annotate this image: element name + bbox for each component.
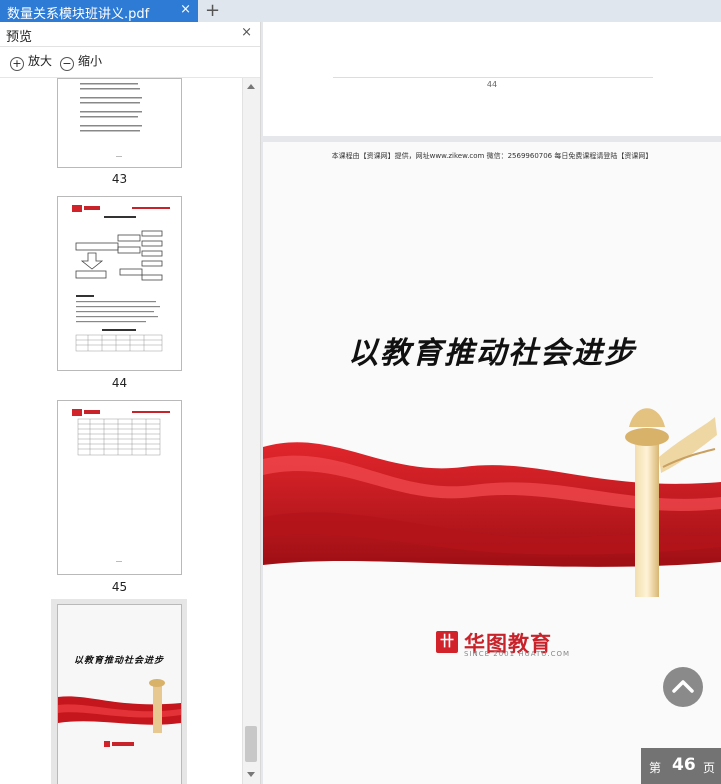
zoom-out-label: 缩小: [78, 54, 103, 68]
logo-en: SINCE 2001 HUATU.COM: [464, 650, 570, 658]
scroll-down-icon[interactable]: [247, 772, 255, 777]
zoom-in-label: 放大: [28, 54, 53, 68]
thumbnail-label-45: 45: [111, 580, 128, 594]
logo-site: HUATU.COM: [518, 650, 571, 658]
zoom-out-button[interactable]: − 缩小: [60, 52, 102, 72]
preview-sidebar: 预览 × + 放大 − 缩小 43 44 45 以教育推动社会进步: [0, 22, 261, 784]
scrollbar-thumb[interactable]: [245, 726, 257, 762]
thumbnail-label-43: 43: [111, 172, 128, 186]
scroll-up-icon[interactable]: [247, 84, 255, 89]
sidebar-close-icon[interactable]: ×: [241, 25, 252, 40]
thumbnail-page-44[interactable]: [57, 196, 182, 371]
document-view[interactable]: 44 本课程由【资课网】提供，网址www.zikew.com 微信：256996…: [261, 22, 721, 784]
prev-page-number: 44: [486, 80, 498, 89]
page-45-preview: [72, 409, 170, 562]
chevron-up-icon: [672, 680, 694, 693]
thumbnail-list: 43 44 45 以教育推动社会进步: [0, 78, 242, 784]
tab-document[interactable]: 数量关系模块班讲义.pdf ×: [0, 0, 198, 22]
sidebar-scrollbar[interactable]: [242, 78, 260, 784]
page-indicator: 第 46 页: [641, 748, 721, 784]
zoom-in-button[interactable]: + 放大: [10, 52, 52, 72]
page-prefix: 第: [649, 761, 662, 775]
sidebar-title: 预览: [6, 30, 33, 45]
svg-text:以教育推动社会进步: 以教育推动社会进步: [74, 655, 164, 666]
page-46-preview: 以教育推动社会进步: [58, 605, 181, 784]
page-number: 46: [672, 755, 696, 775]
tab-title: 数量关系模块班讲义.pdf: [7, 7, 150, 22]
close-tab-icon[interactable]: ×: [180, 2, 191, 17]
thumbnail-page-46[interactable]: 以教育推动社会进步: [57, 604, 182, 784]
page-header-note: 本课程由【资课网】提供，网址www.zikew.com 微信：256996070…: [331, 152, 653, 160]
zoom-out-icon: −: [60, 57, 74, 71]
new-tab-button[interactable]: +: [205, 0, 220, 22]
sidebar-header: 预览 ×: [0, 22, 260, 47]
red-ribbon-graphic: [263, 408, 721, 597]
thumbnail-page-43[interactable]: [57, 78, 182, 168]
zoom-in-icon: +: [10, 57, 24, 71]
page-slogan: 以教育推动社会进步: [348, 336, 636, 371]
footer-rule: [333, 77, 653, 78]
thumbnail-page-45[interactable]: [57, 400, 182, 575]
back-to-top-button[interactable]: [663, 667, 703, 707]
huatu-logo-mark: 卄: [436, 631, 458, 653]
previous-page: 44: [263, 22, 721, 136]
page-43-preview: [80, 83, 142, 157]
current-page: 本课程由【资课网】提供，网址www.zikew.com 微信：256996070…: [263, 142, 721, 784]
logo-since: SINCE 2001: [464, 650, 516, 658]
tab-bar: 数量关系模块班讲义.pdf × +: [0, 0, 721, 22]
page-44-preview: [72, 205, 170, 352]
page-suffix: 页: [703, 761, 716, 775]
thumbnail-label-44: 44: [111, 376, 128, 390]
